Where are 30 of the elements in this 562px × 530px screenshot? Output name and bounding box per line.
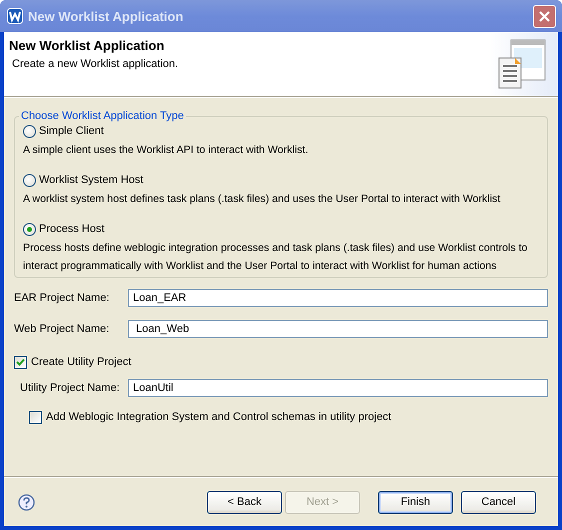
group-title: Choose Worklist Application Type [20,110,185,122]
radio-button[interactable] [23,174,36,186]
option-description: Process hosts define weblogic integration processes and task plans (.task files) and use Worklist controls to interact programmatically with Worklist and the User Portal to interact with Worklist for human actions [23,241,528,274]
checkbox-label[interactable]: Add Weblogic Integration System and Control schemas in utility project [46,411,392,423]
radio-button[interactable] [23,222,36,236]
checkbox[interactable] [14,356,27,368]
field-label: Web Project Name: [14,323,110,335]
page-description: Create a new Worklist application. [11,58,180,70]
input-field[interactable]: Loan_Web [128,320,548,338]
option-description: A simple client uses the Worklist API to interact with Worklist. [23,143,310,158]
close-button[interactable] [533,4,556,28]
radio-button[interactable] [23,124,36,138]
help-icon[interactable] [18,494,35,510]
radio-label[interactable]: Simple Client [39,125,104,137]
field-label: Utility Project Name: [20,382,121,394]
dialog-button[interactable]: Cancel [461,490,536,514]
radio-label[interactable]: Worklist System Host [39,174,144,186]
checkbox-label[interactable]: Create Utility Project [31,356,132,368]
radio-label[interactable]: Process Host [39,223,104,235]
window-title: New Worklist Application [28,8,184,24]
close-icon [538,10,551,22]
checkbox[interactable] [29,410,42,424]
field-label: EAR Project Name: [14,292,110,304]
dialog-button[interactable]: < Back [207,490,282,514]
input-field[interactable]: Loan_EAR [128,289,548,307]
option-description: A worklist system host defines task plans (.task files) and uses the User Portal to interact with Worklist [23,192,502,207]
page-title: New Worklist Application [9,38,166,53]
app-logo-icon [7,8,23,24]
dialog-button[interactable]: Finish [378,490,453,514]
input-field[interactable]: LoanUtil [128,379,548,397]
